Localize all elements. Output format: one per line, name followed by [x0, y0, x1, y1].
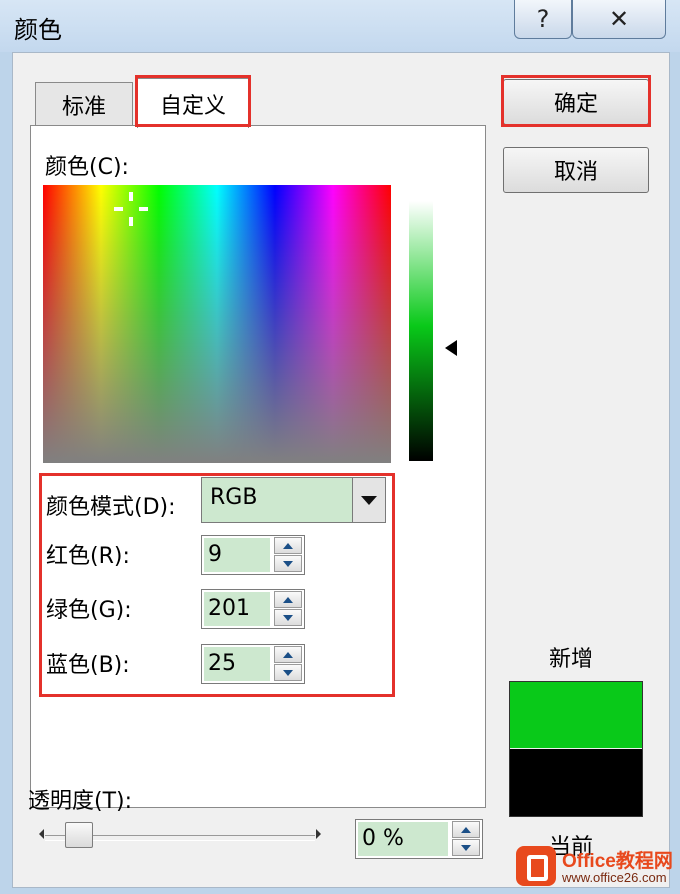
green-input[interactable]: 201	[204, 592, 270, 626]
color-dialog: 颜色 ? ✕ 标准 自定义 颜色(C): 颜色模式(D): RGB 红色(R):…	[0, 0, 680, 894]
crosshair-icon	[114, 192, 148, 226]
ok-button[interactable]: 确定	[503, 79, 649, 125]
green-label: 绿色(G):	[46, 598, 132, 623]
color-model-label: 颜色模式(D):	[46, 495, 176, 520]
arrow-down-icon	[283, 669, 293, 676]
green-down-button[interactable]	[274, 609, 302, 626]
transparency-up-button[interactable]	[452, 821, 480, 838]
window-title: 颜色	[14, 16, 62, 44]
blue-stepper[interactable]: 25	[201, 644, 305, 684]
transparency-stepper[interactable]: 0 %	[355, 819, 483, 859]
title-bar: 颜色 ? ✕	[0, 0, 680, 52]
tab-standard[interactable]: 标准	[35, 82, 133, 126]
current-color-swatch	[510, 749, 642, 816]
arrow-up-icon	[283, 542, 293, 549]
arrow-left-icon[interactable]	[39, 829, 44, 839]
arrow-up-icon	[283, 596, 293, 603]
transparency-label: 透明度(T):	[28, 789, 133, 814]
watermark-url: www.office26.com	[562, 870, 667, 885]
red-up-button[interactable]	[274, 537, 302, 554]
luminance-pointer-icon[interactable]	[445, 340, 457, 356]
arrow-right-icon[interactable]	[316, 829, 321, 839]
red-label: 红色(R):	[46, 544, 130, 569]
color-preview	[509, 681, 643, 817]
transparency-slider-thumb[interactable]	[65, 822, 93, 848]
close-icon: ✕	[608, 5, 630, 33]
red-input[interactable]: 9	[204, 538, 270, 572]
tab-custom[interactable]: 自定义	[137, 78, 249, 128]
arrow-down-icon	[283, 560, 293, 567]
chevron-down-icon	[361, 495, 377, 505]
blue-up-button[interactable]	[274, 646, 302, 663]
green-stepper[interactable]: 201	[201, 589, 305, 629]
transparency-down-button[interactable]	[452, 839, 480, 856]
dialog-client: 标准 自定义 颜色(C): 颜色模式(D): RGB 红色(R): 9 绿色(G…	[12, 52, 670, 888]
colors-label: 颜色(C):	[45, 155, 129, 180]
help-icon: ?	[536, 5, 550, 33]
arrow-down-icon	[461, 844, 471, 851]
color-model-value: RGB	[210, 485, 258, 510]
new-color-swatch	[510, 682, 642, 748]
tab-label: 标准	[61, 94, 106, 120]
blue-label: 蓝色(B):	[46, 653, 130, 678]
close-button[interactable]: ✕	[572, 0, 666, 39]
arrow-up-icon	[283, 651, 293, 658]
new-label: 新增	[549, 647, 594, 672]
green-up-button[interactable]	[274, 591, 302, 608]
watermark-title: Office教程网	[562, 851, 673, 872]
office-logo-icon	[516, 846, 556, 886]
cancel-button[interactable]: 取消	[503, 147, 649, 193]
blue-down-button[interactable]	[274, 664, 302, 681]
arrow-up-icon	[461, 826, 471, 833]
watermark: Office教程网 www.office26.com	[510, 838, 680, 894]
transparency-input[interactable]: 0 %	[358, 822, 448, 856]
blue-input[interactable]: 25	[204, 647, 270, 681]
arrow-down-icon	[283, 614, 293, 621]
tab-label: 自定义	[159, 93, 226, 119]
red-stepper[interactable]: 9	[201, 535, 305, 575]
color-spectrum[interactable]	[43, 185, 391, 463]
red-down-button[interactable]	[274, 555, 302, 572]
help-button[interactable]: ?	[514, 0, 572, 39]
dropdown-button[interactable]	[352, 478, 385, 522]
luminance-slider[interactable]	[409, 201, 433, 461]
color-model-select[interactable]: RGB	[201, 477, 386, 523]
